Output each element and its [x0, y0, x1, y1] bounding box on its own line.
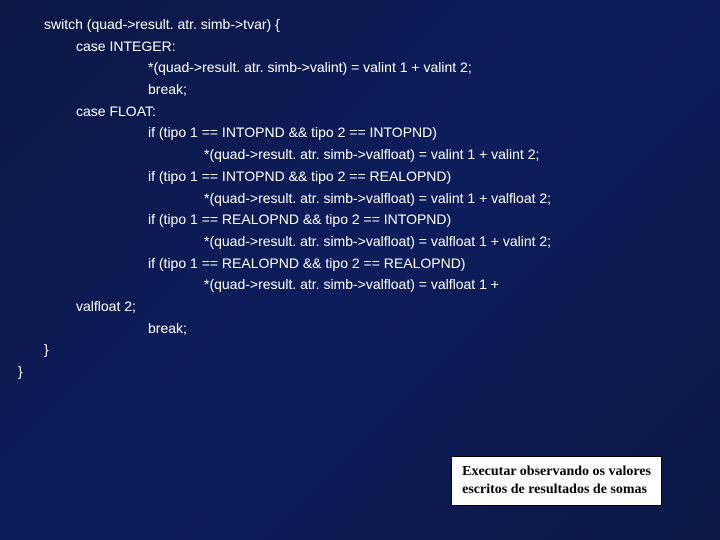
- code-line-if-4: if (tipo 1 == REALOPND && tipo 2 == REAL…: [18, 253, 702, 275]
- code-line-if-2: if (tipo 1 == INTOPND && tipo 2 == REALO…: [18, 166, 702, 188]
- code-line-if-1: if (tipo 1 == INTOPND && tipo 2 == INTOP…: [18, 122, 702, 144]
- code-line-close-outer: }: [18, 361, 702, 383]
- code-line-assign-4a: *(quad->result. atr. simb->valfloat) = v…: [18, 274, 702, 296]
- callout-line-1: Executar observando os valores: [462, 463, 651, 481]
- code-line-assign-1: *(quad->result. atr. simb->valfloat) = v…: [18, 144, 702, 166]
- code-line-break-2: break;: [18, 318, 702, 340]
- code-line-valint-assign: *(quad->result. atr. simb->valint) = val…: [18, 57, 702, 79]
- code-line-case-float: case FLOAT:: [18, 101, 702, 123]
- code-line-switch: switch (quad->result. atr. simb->tvar) {: [18, 14, 702, 36]
- callout-box: Executar observando os valores escritos …: [451, 456, 662, 506]
- code-line-if-3: if (tipo 1 == REALOPND && tipo 2 == INTO…: [18, 209, 702, 231]
- code-line-assign-4b: valfloat 2;: [18, 296, 702, 318]
- code-line-close-switch: }: [18, 339, 702, 361]
- code-line-break-1: break;: [18, 79, 702, 101]
- callout-line-2: escritos de resultados de somas: [462, 481, 651, 499]
- code-line-assign-2: *(quad->result. atr. simb->valfloat) = v…: [18, 188, 702, 210]
- code-line-assign-3: *(quad->result. atr. simb->valfloat) = v…: [18, 231, 702, 253]
- code-line-case-integer: case INTEGER:: [18, 36, 702, 58]
